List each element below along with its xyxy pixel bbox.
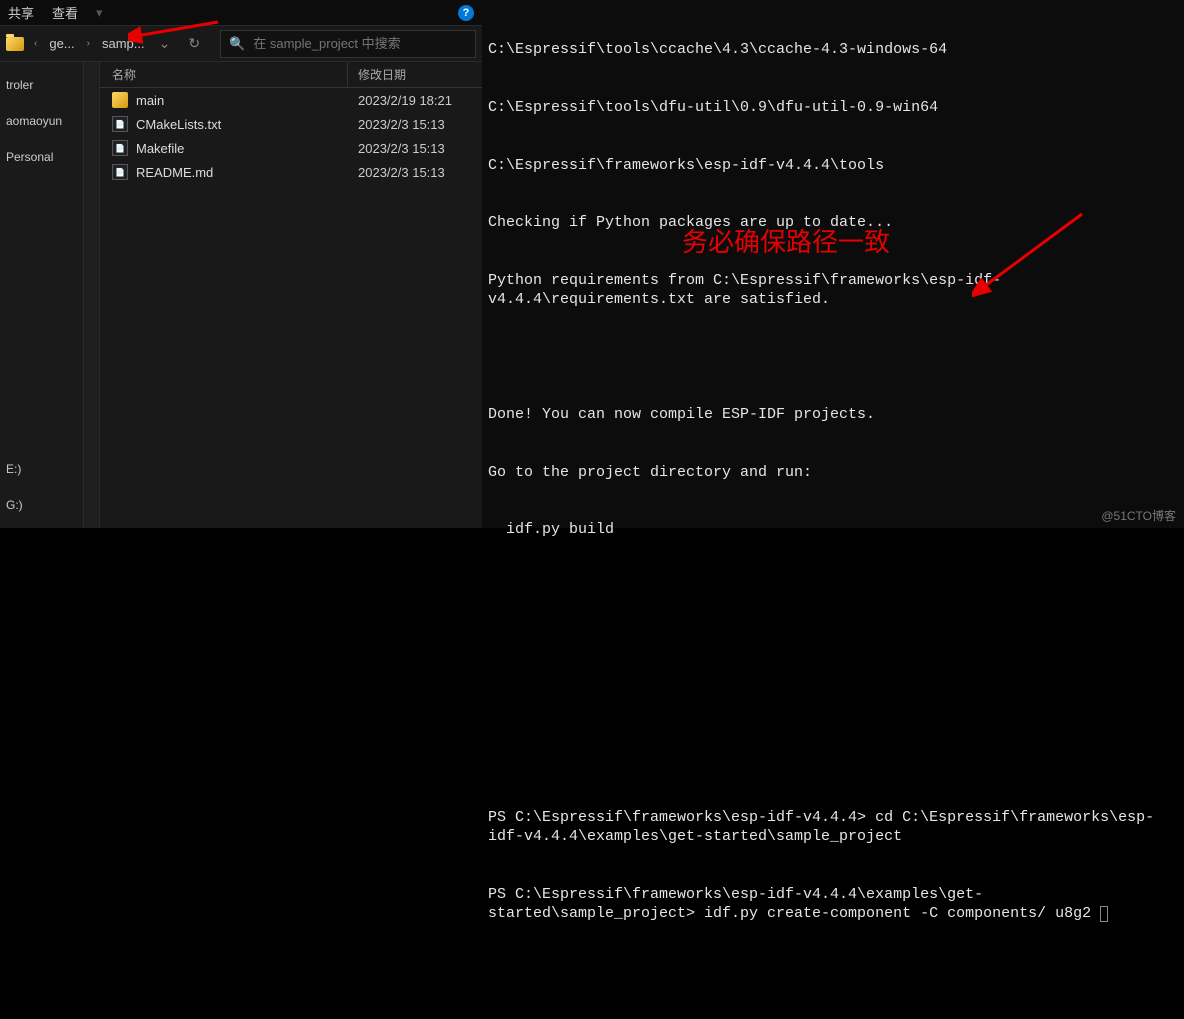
file-name: README.md [136, 165, 213, 180]
refresh-icon[interactable]: ↻ [182, 31, 206, 56]
file-row[interactable]: 📄 CMakeLists.txt 2023/2/3 15:13 [100, 112, 482, 136]
file-row[interactable]: main 2023/2/19 18:21 [100, 88, 482, 112]
terminal-line [488, 750, 1178, 769]
search-icon: 🔍 [229, 36, 245, 52]
terminal-line [488, 693, 1178, 712]
terminal-line: C:\Espressif\tools\dfu-util\0.9\dfu-util… [488, 98, 1178, 117]
terminal-line: idf.py build [488, 520, 1178, 539]
explorer-body: troler aomaoyun Personal E:) G:) 名称 修改日期… [0, 62, 482, 528]
file-row[interactable]: 📄 Makefile 2023/2/3 15:13 [100, 136, 482, 160]
terminal-line: C:\Espressif\tools\ccache\4.3\ccache-4.3… [488, 40, 1178, 59]
file-explorer: 共享 查看 ▾ ? ‹ ge... › samp... ⌄ ↻ 🔍 troler… [0, 0, 482, 528]
list-header: 名称 修改日期 [100, 62, 482, 88]
nav-item[interactable]: Personal [4, 148, 79, 166]
terminal-line: Done! You can now compile ESP-IDF projec… [488, 405, 1178, 424]
terminal-line [488, 635, 1178, 654]
terminal[interactable]: C:\Espressif\tools\ccache\4.3\ccache-4.3… [482, 0, 1184, 528]
terminal-line: PS C:\Espressif\frameworks\esp-idf-v4.4.… [488, 808, 1178, 846]
scroll-area [84, 62, 100, 528]
file-name: CMakeLists.txt [136, 117, 221, 132]
terminal-line: PS C:\Espressif\frameworks\esp-idf-v4.4.… [488, 885, 1178, 923]
address-bar: ‹ ge... › samp... ⌄ ↻ 🔍 [0, 26, 482, 62]
navigation-pane: troler aomaoyun Personal E:) G:) [0, 62, 84, 528]
menu-view[interactable]: 查看 [52, 3, 78, 22]
search-box[interactable]: 🔍 [220, 30, 476, 58]
explorer-menu-bar: 共享 查看 ▾ ? [0, 0, 482, 26]
file-icon: 📄 [112, 116, 128, 132]
breadcrumb-item[interactable]: samp... [100, 36, 147, 51]
file-name: Makefile [136, 141, 184, 156]
dropdown-icon[interactable]: ⌄ [153, 31, 177, 56]
file-row[interactable]: 📄 README.md 2023/2/3 15:13 [100, 160, 482, 184]
nav-item-drive[interactable]: E:) [4, 460, 79, 478]
nav-item[interactable]: aomaoyun [4, 112, 79, 130]
watermark: @51CTO博客 [1101, 507, 1176, 524]
file-date: 2023/2/3 15:13 [348, 165, 482, 180]
chevron-right-icon: › [83, 38, 94, 49]
terminal-line: Python requirements from C:\Espressif\fr… [488, 271, 1178, 309]
terminal-line [488, 347, 1178, 366]
nav-item-drive[interactable]: G:) [4, 496, 79, 514]
file-icon: 📄 [112, 164, 128, 180]
column-header-date[interactable]: 修改日期 [348, 62, 482, 87]
help-icon[interactable]: ? [458, 5, 474, 21]
terminal-line: C:\Espressif\frameworks\esp-idf-v4.4.4\t… [488, 156, 1178, 175]
search-input[interactable] [253, 36, 467, 51]
file-date: 2023/2/3 15:13 [348, 141, 482, 156]
folder-icon [112, 92, 128, 108]
terminal-cursor [1100, 906, 1108, 922]
file-date: 2023/2/3 15:13 [348, 117, 482, 132]
breadcrumb-item[interactable]: ge... [47, 36, 76, 51]
column-header-name[interactable]: 名称 [100, 62, 348, 87]
menu-share[interactable]: 共享 [8, 3, 34, 22]
annotation-text: 务必确保路径一致 [682, 226, 890, 259]
file-icon: 📄 [112, 140, 128, 156]
file-list: 名称 修改日期 main 2023/2/19 18:21 📄 CMakeLists… [100, 62, 482, 528]
terminal-line [488, 578, 1178, 597]
nav-item[interactable]: troler [4, 76, 79, 94]
folder-icon [6, 37, 24, 51]
file-name: main [136, 93, 164, 108]
file-date: 2023/2/19 18:21 [348, 93, 482, 108]
breadcrumb-separator: ‹ [30, 38, 41, 49]
terminal-line: Go to the project directory and run: [488, 463, 1178, 482]
